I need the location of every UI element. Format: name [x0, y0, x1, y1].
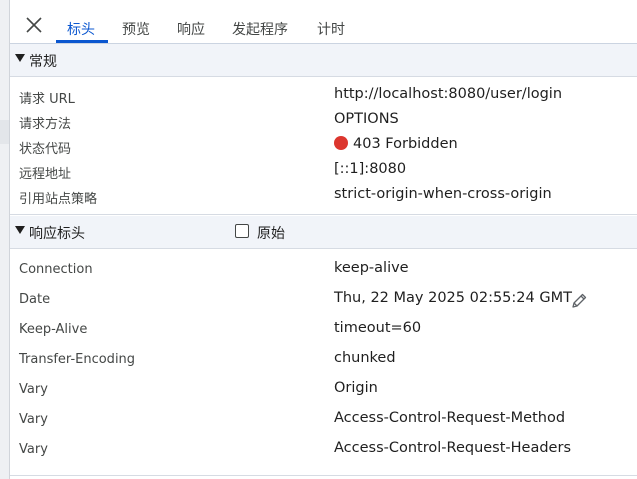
- response-header-row: Vary Access-Control-Request-Method: [10, 408, 637, 433]
- header-key: Connection: [19, 262, 93, 277]
- response-header-row: Keep-Alive timeout=60: [10, 318, 637, 343]
- header-key: 引用站点策略: [19, 192, 98, 207]
- tab-timing[interactable]: 计时: [317, 19, 345, 39]
- header-key: Date: [19, 292, 51, 307]
- request-list-edge: [0, 0, 10, 479]
- details-tab-bar: 标头 预览 响应 发起程序 计时: [10, 0, 637, 44]
- header-value: chunked: [334, 350, 396, 366]
- header-key: Vary: [19, 412, 48, 427]
- response-header-row: Vary Origin: [10, 378, 637, 403]
- selected-request-marker: [0, 120, 9, 144]
- header-value: Access-Control-Request-Headers: [334, 440, 571, 456]
- header-key: Keep-Alive: [19, 322, 88, 337]
- response-header-row: Date Thu, 22 May 2025 02:55:24 GMT: [10, 288, 637, 313]
- raw-checkbox[interactable]: [235, 224, 249, 238]
- active-tab-indicator: [56, 40, 108, 43]
- tab-preview[interactable]: 预览: [122, 19, 150, 39]
- general-row: 引用站点策略 strict-origin-when-cross-origin: [10, 184, 637, 209]
- header-value: Origin: [334, 380, 378, 396]
- general-row: 请求 URL http://localhost:8080/user/login: [10, 84, 637, 109]
- header-key: 远程地址: [19, 167, 72, 182]
- general-section-title: 常规: [29, 54, 57, 70]
- triangle-down-icon: [15, 54, 25, 62]
- header-key: 状态代码: [19, 142, 72, 157]
- header-value: timeout=60: [334, 320, 422, 336]
- tab-response[interactable]: 响应: [177, 19, 205, 39]
- header-value: Thu, 22 May 2025 02:55:24 GMT: [334, 290, 572, 306]
- header-key: 请求方法: [19, 117, 72, 132]
- status-text: 403 Forbidden: [353, 136, 458, 152]
- response-header-row: Connection keep-alive: [10, 258, 637, 283]
- section-divider: [10, 214, 637, 215]
- header-value: OPTIONS: [334, 111, 399, 127]
- response-header-row: Vary Access-Control-Request-Headers: [10, 438, 637, 463]
- header-key: Vary: [19, 442, 48, 457]
- request-details: 标头 预览 响应 发起程序 计时 常规 请求 URL http://localh…: [10, 0, 637, 479]
- header-key: Vary: [19, 382, 48, 397]
- devtools-network-panel: 标头 预览 响应 发起程序 计时 常规 请求 URL http://localh…: [0, 0, 637, 479]
- tab-headers[interactable]: 标头: [67, 19, 95, 39]
- response-headers-section-header[interactable]: 响应标头 原始: [10, 216, 637, 249]
- general-row: 请求方法 OPTIONS: [10, 109, 637, 134]
- pencil-icon[interactable]: [570, 292, 588, 310]
- header-value: Access-Control-Request-Method: [334, 410, 566, 426]
- raw-checkbox-label: 原始: [257, 226, 285, 242]
- header-key: Transfer-Encoding: [19, 352, 136, 367]
- header-value: strict-origin-when-cross-origin: [334, 186, 552, 202]
- header-value: keep-alive: [334, 260, 409, 276]
- section-divider: [10, 475, 637, 476]
- header-key: 请求 URL: [19, 92, 75, 107]
- general-row: 远程地址 [::1]:8080: [10, 159, 637, 184]
- header-value: [::1]:8080: [334, 161, 407, 177]
- response-header-row: Transfer-Encoding chunked: [10, 348, 637, 373]
- tab-initiator[interactable]: 发起程序: [232, 19, 288, 39]
- header-value: http://localhost:8080/user/login: [334, 86, 563, 102]
- general-row: 状态代码 403 Forbidden: [10, 134, 637, 159]
- status-dot-icon: [334, 136, 348, 150]
- close-icon[interactable]: [24, 15, 44, 35]
- triangle-down-icon: [15, 226, 25, 234]
- general-section-header[interactable]: 常规: [10, 44, 637, 77]
- response-headers-section-title: 响应标头: [29, 226, 85, 242]
- status-value: 403 Forbidden: [334, 136, 458, 152]
